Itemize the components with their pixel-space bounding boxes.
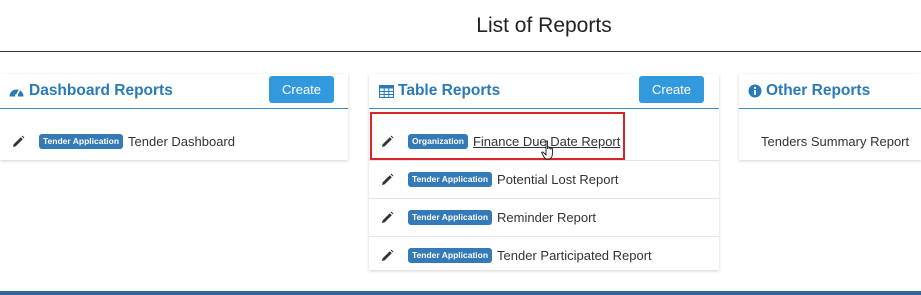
dashboard-report-list: Tender Application Tender Dashboard bbox=[0, 109, 348, 160]
info-icon bbox=[748, 84, 762, 98]
edit-icon[interactable] bbox=[369, 249, 408, 263]
page-title: List of Reports bbox=[476, 14, 612, 37]
list-item: Tender Application Reminder Report bbox=[369, 199, 719, 237]
report-link-tender-dashboard[interactable]: Tender Dashboard bbox=[128, 134, 235, 149]
other-reports-label: Other Reports bbox=[766, 82, 871, 99]
table-reports-label: Table Reports bbox=[398, 82, 501, 99]
report-link-reminder[interactable]: Reminder Report bbox=[497, 210, 596, 225]
other-reports-title: Other Reports bbox=[748, 82, 870, 100]
dashboard-reports-panel: Dashboard Reports Create Tender Applicat… bbox=[0, 74, 348, 160]
title-divider bbox=[0, 51, 921, 52]
table-report-list: Organization Finance Due Date Report Ten… bbox=[369, 109, 719, 274]
hand-pointer-cursor-icon bbox=[541, 140, 557, 167]
dashboard-reports-header: Dashboard Reports Create bbox=[0, 74, 348, 109]
dashboard-reports-title: Dashboard Reports bbox=[8, 82, 173, 100]
report-link-potential-lost[interactable]: Potential Lost Report bbox=[497, 172, 618, 187]
table-reports-panel: Table Reports Create Organization Financ… bbox=[369, 74, 719, 270]
table-icon bbox=[379, 84, 394, 98]
table-reports-header: Table Reports Create bbox=[369, 74, 719, 109]
category-badge: Tender Application bbox=[408, 210, 493, 225]
category-badge: Organization bbox=[408, 134, 468, 149]
dashboard-reports-label: Dashboard Reports bbox=[29, 82, 173, 99]
create-dashboard-report-button[interactable]: Create bbox=[269, 76, 335, 103]
other-reports-header: Other Reports bbox=[739, 74, 921, 109]
dashboard-icon bbox=[8, 84, 25, 99]
other-report-list: Tenders Summary Report bbox=[739, 109, 921, 160]
edit-icon[interactable] bbox=[369, 173, 408, 187]
table-reports-title: Table Reports bbox=[379, 82, 500, 100]
other-reports-panel: Other Reports Tenders Summary Report bbox=[739, 74, 921, 160]
report-link-tender-participated[interactable]: Tender Participated Report bbox=[497, 248, 652, 263]
edit-icon[interactable] bbox=[369, 211, 408, 225]
edit-icon[interactable] bbox=[0, 135, 39, 149]
category-badge: Tender Application bbox=[39, 134, 124, 149]
list-item: Tender Application Tender Participated R… bbox=[369, 237, 719, 274]
category-badge: Tender Application bbox=[408, 172, 493, 187]
report-link-tenders-summary[interactable]: Tenders Summary Report bbox=[761, 134, 909, 149]
list-item: Tenders Summary Report bbox=[739, 123, 921, 160]
list-item: Tender Application Tender Dashboard bbox=[0, 123, 348, 160]
create-table-report-button[interactable]: Create bbox=[639, 76, 705, 103]
category-badge: Tender Application bbox=[408, 248, 493, 263]
edit-icon[interactable] bbox=[369, 135, 408, 149]
footer-bar bbox=[0, 291, 921, 295]
